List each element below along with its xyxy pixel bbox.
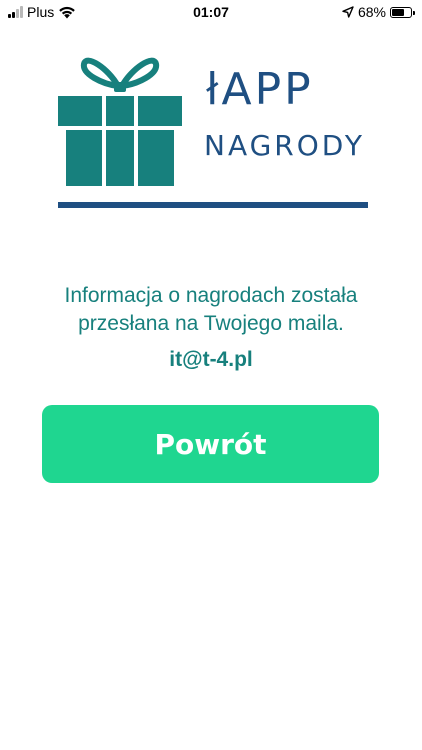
logo-subtitle: NAGRODY — [204, 129, 365, 162]
battery-fill — [392, 8, 405, 16]
status-bar: Plus 01:07 68% — [0, 0, 422, 24]
battery-percent: 68% — [357, 4, 386, 20]
logo-underline — [58, 202, 368, 208]
logo-title: łAPP — [206, 64, 314, 115]
info-message: Informacja o nagrodach została przesłana… — [64, 284, 358, 335]
reward-info-screen: Plus 01:07 68% łAPP NAGRODY Informacja o… — [0, 0, 422, 750]
gift-icon — [58, 57, 182, 186]
app-logo: łAPP NAGRODY — [56, 46, 370, 210]
battery-icon — [390, 6, 415, 18]
status-bar-right: 68% — [342, 4, 415, 20]
email-address: it@t-4.pl — [169, 348, 253, 371]
location-arrow-icon — [342, 6, 354, 18]
back-button[interactable]: Powrót — [42, 405, 379, 483]
